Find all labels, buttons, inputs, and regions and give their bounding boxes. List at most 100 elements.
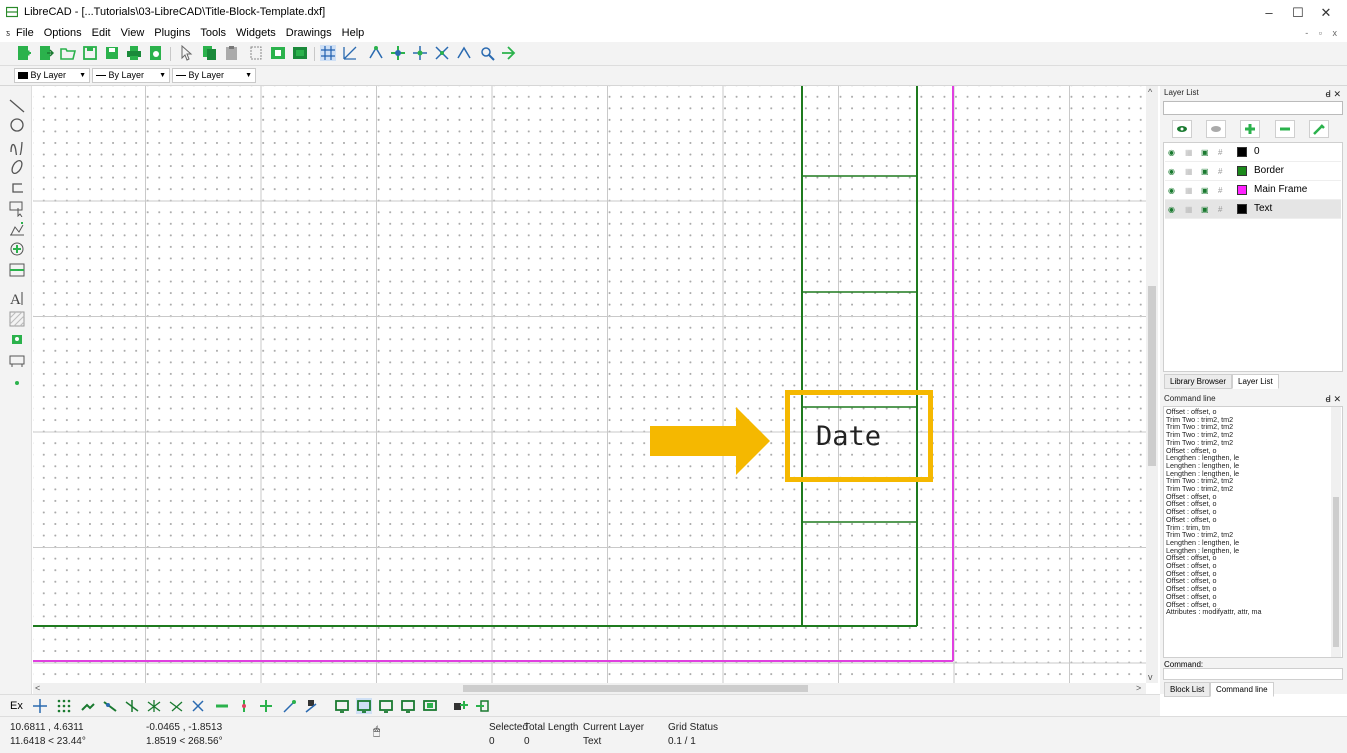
- lock-relative-zero-icon[interactable]: [304, 698, 320, 714]
- menu-drawings[interactable]: Drawings: [286, 27, 332, 39]
- panel-float-close-controls[interactable]: ꟈ ✕: [1325, 392, 1341, 405]
- show-all-layers-button[interactable]: [1172, 120, 1192, 138]
- maximize-button[interactable]: ☐: [1286, 3, 1310, 23]
- restrict-orthogonal-icon[interactable]: [258, 698, 274, 714]
- snap-middle-icon[interactable]: [146, 698, 162, 714]
- print-preview-icon[interactable]: [148, 45, 164, 61]
- pen-color-select[interactable]: By Layer ▼: [14, 68, 90, 83]
- menu-options[interactable]: Options: [44, 27, 82, 39]
- relative-zero-icon[interactable]: [282, 698, 298, 714]
- pen-linetype-select[interactable]: By Layer ▼: [172, 68, 256, 83]
- construction-toggle-icon[interactable]: #: [1218, 148, 1222, 157]
- select-tool-icon[interactable]: [8, 199, 26, 218]
- eye-visible-icon[interactable]: ◉: [1168, 186, 1175, 195]
- minimize-button[interactable]: –: [1257, 3, 1281, 23]
- add-layer-button[interactable]: [1240, 120, 1260, 138]
- print-toggle-icon[interactable]: ▣: [1201, 205, 1209, 214]
- layer-row-main-frame[interactable]: ◉ ▦ ▣ # Main Frame: [1165, 181, 1341, 200]
- layer-icon[interactable]: [270, 45, 286, 61]
- select-pointer-icon[interactable]: [178, 44, 194, 61]
- lock-toggle-icon[interactable]: ▦: [1185, 186, 1193, 195]
- view-print-icon[interactable]: [334, 698, 350, 714]
- dimension-tool-icon[interactable]: [8, 220, 26, 238]
- snap-intersection-icon[interactable]: [190, 698, 206, 714]
- print-toggle-icon[interactable]: ▣: [1201, 186, 1209, 195]
- redraw-icon[interactable]: [368, 45, 384, 61]
- construction-toggle-icon[interactable]: #: [1218, 186, 1222, 195]
- tab-library-browser[interactable]: Library Browser: [1164, 374, 1233, 389]
- remove-layer-button[interactable]: [1275, 120, 1295, 138]
- exclusive-snap-label[interactable]: Ex: [10, 700, 23, 712]
- scrollbar-thumb[interactable]: [1333, 497, 1339, 647]
- open-file-icon[interactable]: [60, 45, 77, 61]
- zoom-out-icon[interactable]: [412, 45, 428, 61]
- tab-block-list[interactable]: Block List: [1164, 682, 1211, 697]
- block-icon[interactable]: [292, 45, 308, 61]
- view-fullscreen-icon[interactable]: [422, 698, 438, 714]
- point-tool-icon[interactable]: [8, 374, 26, 392]
- menu-help[interactable]: Help: [342, 27, 365, 39]
- polyline-tool-icon[interactable]: [8, 179, 26, 197]
- print-icon[interactable]: [126, 45, 142, 61]
- restrict-vertical-icon[interactable]: [236, 698, 252, 714]
- close-button[interactable]: ✕: [1314, 3, 1338, 23]
- view-draft-icon[interactable]: [356, 698, 372, 714]
- scroll-down-arrow-icon[interactable]: v: [1148, 672, 1153, 682]
- hatch-tool-icon[interactable]: [8, 310, 26, 328]
- vertical-scrollbar[interactable]: ^ v: [1146, 86, 1158, 683]
- menu-view[interactable]: View: [121, 27, 145, 39]
- save-as-icon[interactable]: [104, 45, 120, 61]
- zoom-previous-icon[interactable]: [456, 45, 472, 61]
- zoom-auto-icon[interactable]: [434, 45, 450, 61]
- line-tool-icon[interactable]: [8, 96, 26, 114]
- circle-tool-icon[interactable]: [8, 116, 26, 134]
- scrollbar-thumb[interactable]: [463, 685, 808, 692]
- save-icon[interactable]: [82, 45, 98, 61]
- snap-free-icon[interactable]: [32, 698, 48, 714]
- edit-layer-button[interactable]: [1309, 120, 1329, 138]
- menu-file[interactable]: File: [16, 27, 34, 39]
- new-from-template-icon[interactable]: [38, 45, 55, 61]
- eye-visible-icon[interactable]: ◉: [1168, 148, 1175, 157]
- view-screen-icon[interactable]: [400, 698, 416, 714]
- layer-row-0[interactable]: ◉ ▦ ▣ # 0: [1165, 143, 1341, 162]
- menu-widgets[interactable]: Widgets: [236, 27, 276, 39]
- menu-tools[interactable]: Tools: [200, 27, 226, 39]
- add-layer-entity-icon[interactable]: [474, 698, 490, 714]
- eye-visible-icon[interactable]: ◉: [1168, 167, 1175, 176]
- ellipse-tool-icon[interactable]: [8, 158, 26, 176]
- lock-toggle-icon[interactable]: ▦: [1185, 205, 1193, 214]
- paste-icon[interactable]: [224, 45, 240, 61]
- tab-layer-list[interactable]: Layer List: [1232, 374, 1279, 389]
- hide-all-layers-button[interactable]: [1206, 120, 1226, 138]
- print-toggle-icon[interactable]: ▣: [1201, 167, 1209, 176]
- pen-width-select[interactable]: By Layer ▼: [92, 68, 170, 83]
- zoom-in-icon[interactable]: [390, 45, 406, 61]
- copy-icon[interactable]: [202, 45, 218, 61]
- zoom-window-icon[interactable]: [480, 45, 496, 61]
- drawing-canvas[interactable]: Date: [33, 86, 1146, 683]
- draft-mode-icon[interactable]: [342, 45, 358, 61]
- cut-icon[interactable]: [248, 45, 264, 61]
- lock-toggle-icon[interactable]: ▦: [1185, 148, 1193, 157]
- image-tool-icon[interactable]: [8, 331, 26, 349]
- document-window-controls[interactable]: - ▫ x: [1305, 28, 1341, 38]
- grid-toggle-icon[interactable]: [320, 45, 336, 61]
- layer-filter-input[interactable]: [1163, 101, 1343, 115]
- scrollbar-thumb[interactable]: [1148, 286, 1156, 466]
- construction-toggle-icon[interactable]: #: [1218, 167, 1222, 176]
- snap-grid-icon[interactable]: [56, 698, 72, 714]
- document-menu-icon[interactable]: ƽ: [6, 28, 10, 38]
- eye-visible-icon[interactable]: ◉: [1168, 205, 1175, 214]
- lock-toggle-icon[interactable]: ▦: [1185, 167, 1193, 176]
- scroll-right-arrow-icon[interactable]: >: [1136, 683, 1141, 693]
- layer-row-text[interactable]: ◉ ▦ ▣ # Text: [1165, 200, 1341, 219]
- construction-toggle-icon[interactable]: #: [1218, 205, 1222, 214]
- print-toggle-icon[interactable]: ▣: [1201, 148, 1209, 157]
- snap-center-icon[interactable]: [124, 698, 140, 714]
- spline-tool-icon[interactable]: [8, 137, 26, 159]
- text-tool-icon[interactable]: A: [8, 289, 26, 308]
- snap-on-entity-icon[interactable]: [102, 698, 118, 714]
- snap-distance-icon[interactable]: [168, 698, 184, 714]
- scroll-left-arrow-icon[interactable]: <: [35, 683, 40, 693]
